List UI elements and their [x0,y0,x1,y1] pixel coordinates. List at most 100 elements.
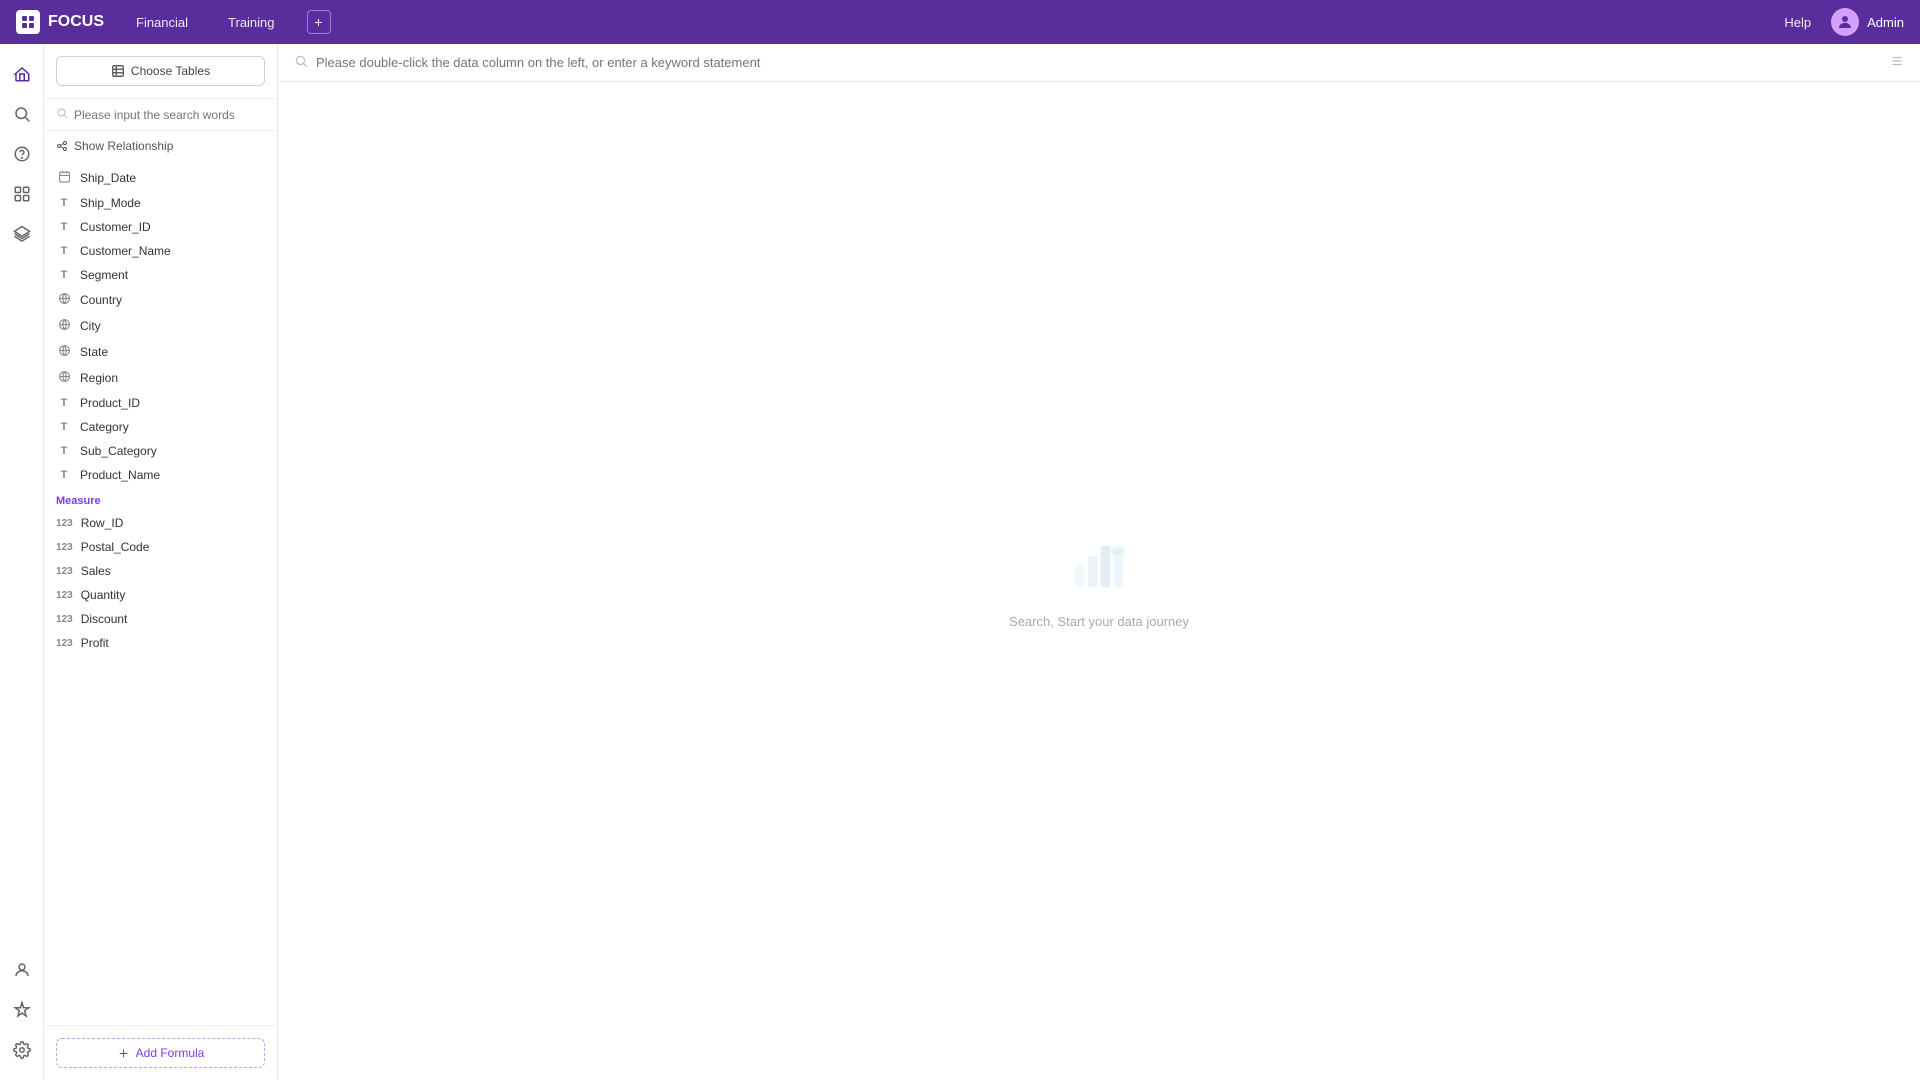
sidebar-sparkle-button[interactable] [4,992,40,1028]
text-type-icon-5: T [56,397,72,409]
nav-financial[interactable]: Financial [128,11,196,34]
numeric-type-icon-5: 123 [56,614,73,625]
search-icon [56,107,68,122]
geo-type-icon-3 [56,344,72,360]
choose-tables-label: Choose Tables [131,64,210,78]
empty-state-icon [1067,533,1131,602]
left-panel: Choose Tables Show Relationship [44,44,278,1080]
col-state-label: State [80,345,108,359]
col-product-id[interactable]: T Product_ID [44,391,277,415]
user-name: Admin [1867,15,1904,30]
geo-type-icon-2 [56,318,72,334]
text-type-icon-1: T [56,197,72,209]
text-type-icon-6: T [56,421,72,433]
text-type-icon-3: T [56,245,72,257]
empty-state: Search, Start your data journey [278,82,1920,1080]
left-panel-top: Choose Tables [44,44,277,99]
col-product-name-label: Product_Name [80,468,160,482]
top-navigation: FOCUS Financial Training + Help Admin [0,0,1920,44]
show-relationship-label: Show Relationship [74,139,173,153]
col-quantity[interactable]: 123 Quantity [44,583,277,607]
col-country[interactable]: Country [44,287,277,313]
date-type-icon [56,170,72,186]
text-type-icon-7: T [56,445,72,457]
nav-right-area: Help Admin [1784,8,1904,36]
col-ship-mode-label: Ship_Mode [80,196,141,210]
col-postal-code[interactable]: 123 Postal_Code [44,535,277,559]
left-panel-bottom: Add Formula [44,1025,277,1080]
sidebar-home-button[interactable] [4,56,40,92]
table-icon [111,64,125,78]
col-state[interactable]: State [44,339,277,365]
col-customer-name-label: Customer_Name [80,244,171,258]
col-region-label: Region [80,371,118,385]
sidebar-search-button[interactable] [4,96,40,132]
avatar [1831,8,1859,36]
relationship-icon [56,140,68,152]
col-segment-label: Segment [80,268,128,282]
search-input[interactable] [74,108,265,122]
col-customer-name[interactable]: T Customer_Name [44,239,277,263]
col-sales-label: Sales [81,564,111,578]
empty-state-text: Search, Start your data journey [1009,614,1189,629]
text-type-icon-4: T [56,269,72,281]
main-layout: Choose Tables Show Relationship [0,44,1920,1080]
col-profit-label: Profit [81,636,109,650]
geo-type-icon-1 [56,292,72,308]
col-product-id-label: Product_ID [80,396,140,410]
query-settings-icon[interactable] [1890,54,1904,71]
col-customer-id-label: Customer_ID [80,220,151,234]
choose-tables-button[interactable]: Choose Tables [56,56,265,86]
geo-type-icon-4 [56,370,72,386]
col-category-label: Category [80,420,129,434]
col-category[interactable]: T Category [44,415,277,439]
col-sales[interactable]: 123 Sales [44,559,277,583]
col-profit[interactable]: 123 Profit [44,631,277,655]
nav-user-menu[interactable]: Admin [1831,8,1904,36]
sidebar-layers-button[interactable] [4,216,40,252]
add-formula-button[interactable]: Add Formula [56,1038,265,1068]
text-type-icon-2: T [56,221,72,233]
col-ship-date[interactable]: Ship_Date [44,165,277,191]
numeric-type-icon-1: 123 [56,518,73,529]
col-sub-category[interactable]: T Sub_Category [44,439,277,463]
show-relationship-toggle[interactable]: Show Relationship [44,131,277,161]
numeric-type-icon-4: 123 [56,590,73,601]
search-field [44,99,277,131]
col-product-name[interactable]: T Product_Name [44,463,277,487]
main-content: Search, Start your data journey [278,44,1920,1080]
columns-list: Ship_Date T Ship_Mode T Customer_ID T Cu… [44,161,277,1025]
measure-section-label: Measure [44,487,277,511]
col-city-label: City [80,319,101,333]
logo-icon [16,10,40,34]
col-sub-category-label: Sub_Category [80,444,157,458]
numeric-type-icon-3: 123 [56,566,73,577]
col-city[interactable]: City [44,313,277,339]
sidebar-settings-button[interactable] [4,1032,40,1068]
col-country-label: Country [80,293,122,307]
col-discount[interactable]: 123 Discount [44,607,277,631]
formula-icon [117,1047,130,1060]
col-customer-id[interactable]: T Customer_ID [44,215,277,239]
sidebar-user-button[interactable] [4,952,40,988]
col-region[interactable]: Region [44,365,277,391]
query-input[interactable] [316,55,1882,70]
col-row-id[interactable]: 123 Row_ID [44,511,277,535]
col-quantity-label: Quantity [81,588,126,602]
col-ship-mode[interactable]: T Ship_Mode [44,191,277,215]
logo-text: FOCUS [48,13,104,31]
nav-add-button[interactable]: + [307,10,331,34]
add-formula-label: Add Formula [136,1046,205,1060]
icon-sidebar [0,44,44,1080]
sidebar-help-button[interactable] [4,136,40,172]
col-segment[interactable]: T Segment [44,263,277,287]
nav-training[interactable]: Training [220,11,282,34]
col-postal-code-label: Postal_Code [81,540,150,554]
query-search-icon [294,54,308,71]
nav-help-link[interactable]: Help [1784,15,1811,30]
col-row-id-label: Row_ID [81,516,124,530]
text-type-icon-8: T [56,469,72,481]
logo[interactable]: FOCUS [16,10,104,34]
sidebar-grid-button[interactable] [4,176,40,212]
numeric-type-icon-6: 123 [56,638,73,649]
